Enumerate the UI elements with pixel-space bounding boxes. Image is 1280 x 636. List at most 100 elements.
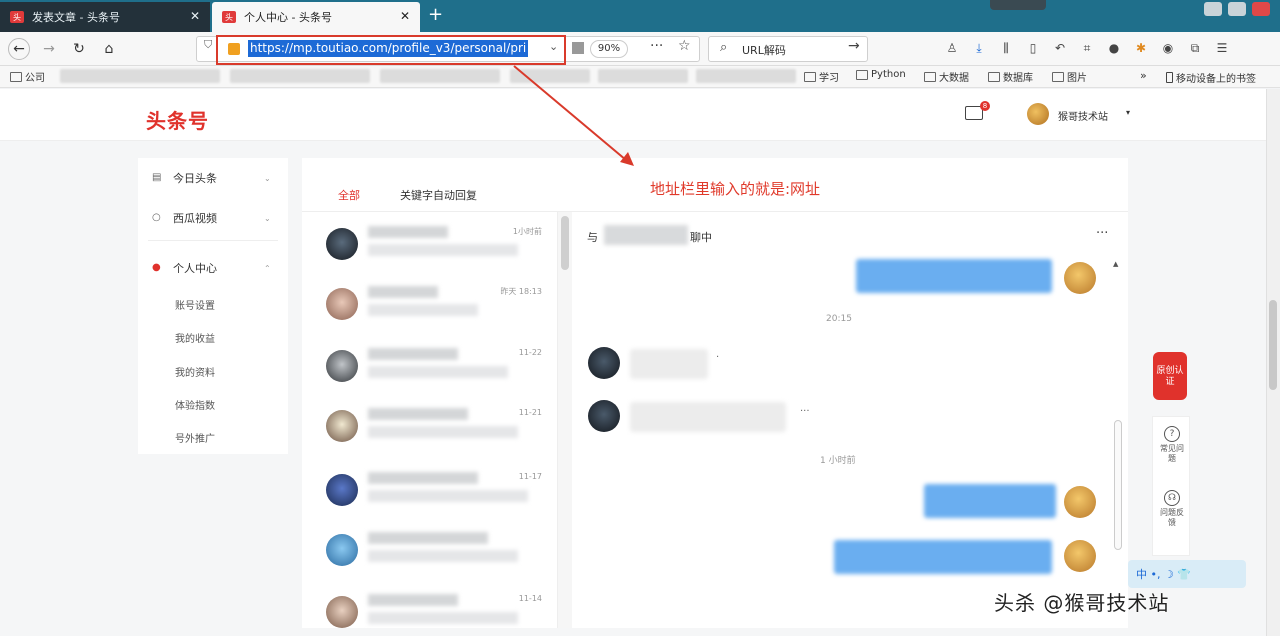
new-tab-button[interactable]: + [428,4,443,25]
conversation-time: 11-22 [518,348,542,357]
caret-down-icon[interactable]: ▾ [1126,108,1130,117]
tab-all[interactable]: 全部 [338,187,360,203]
bookmark-redacted[interactable] [510,69,590,83]
ellipsis-icon: · [716,352,720,363]
question-icon: ? [1164,426,1180,442]
redacted-preview [368,366,508,378]
ime-toolbar[interactable]: 中 •, ☽ 👕 [1128,560,1246,588]
user-name[interactable]: 猴哥技术站 [1058,108,1108,123]
sidebar-subitem-account-settings[interactable]: 账号设置 [175,297,215,312]
scroll-up-icon[interactable]: ▲ [1113,260,1118,268]
library-icon[interactable]: ⫼ [998,40,1014,56]
bookmark-mobile-folder[interactable]: 移动设备上的书签 [1166,70,1256,85]
folder-icon [988,71,1000,82]
more-actions-icon[interactable]: ··· [650,38,663,54]
sidebar-item-personal-center[interactable]: ● 个人中心 ⌃ [152,260,271,276]
page-scroll-thumb[interactable] [1269,300,1277,390]
maximize-button[interactable] [1228,2,1246,16]
sidebar-subitem-earnings[interactable]: 我的收益 [175,330,215,345]
extension-icon[interactable]: ✱ [1133,40,1149,56]
reader-view-icon[interactable] [572,42,584,54]
search-box[interactable] [708,36,868,62]
forward-button[interactable]: → [38,38,60,60]
close-icon[interactable]: ✕ [190,9,200,23]
avatar [326,288,358,320]
conversation-scrollbar[interactable] [558,212,572,628]
list-item[interactable]: 11-17 [302,458,558,518]
faq-button[interactable]: ? 常见问题 [1160,426,1184,464]
list-item[interactable] [302,518,558,578]
bookmark-redacted[interactable] [696,69,796,83]
addons-icon[interactable]: ⧉ [1187,40,1203,56]
sidebar-icon[interactable]: ▯ [1025,40,1041,56]
list-item[interactable]: 11-14 [302,580,558,636]
menu-icon[interactable]: ☰ [1214,40,1230,56]
bookmark-folder-images[interactable]: 图片 [1052,69,1087,84]
more-options-icon[interactable]: ··· [1096,226,1108,241]
account-icon[interactable]: ♙ [944,40,960,56]
tab-label: 个人中心 - 头条号 [244,11,332,24]
sync-icon[interactable]: ◉ [1160,40,1176,56]
browser-tab-publish[interactable]: 头 发表文章 - 头条号 ✕ [0,2,210,32]
chevron-down-icon: ⌄ [264,173,271,183]
bookmark-redacted[interactable] [230,69,370,83]
toutiao-favicon-icon: 头 [222,11,236,23]
chat-scroll-thumb[interactable] [1114,420,1122,550]
site-logo[interactable]: 头条号 [146,105,209,134]
avatar [588,400,620,432]
zoom-level[interactable]: 90% [590,40,628,58]
list-item[interactable]: 昨天 18:13 [302,272,558,332]
list-item[interactable]: 11-21 [302,394,558,454]
bookmark-folder-company[interactable]: 公司 [10,69,45,84]
folder-icon [924,71,936,82]
undo-icon[interactable]: ↶ [1052,40,1068,56]
download-icon[interactable]: ⤓ [971,40,987,56]
sidebar-subitem-experience[interactable]: 体验指数 [175,397,215,412]
chevron-down-icon: ⌄ [264,213,271,223]
window-close-button[interactable] [1252,2,1270,16]
conversation-time: 1小时前 [512,227,542,236]
bookmark-redacted[interactable] [60,69,220,83]
feedback-button[interactable]: ☊ 问题反馈 [1160,490,1184,528]
chat-icon[interactable]: ● [1106,40,1122,56]
close-icon[interactable]: ✕ [400,9,410,23]
shield-icon[interactable]: ⛉ [204,38,212,52]
list-item[interactable]: 1小时前 [302,212,558,272]
reload-button[interactable]: ↻ [68,38,90,60]
avatar[interactable] [1027,103,1049,125]
minimize-button[interactable] [1204,2,1222,16]
bookmark-redacted[interactable] [380,69,500,83]
search-go-icon[interactable]: → [848,38,860,54]
sidebar-item-xigua[interactable]: ○ 西瓜视频 ⌄ [152,210,271,226]
search-input[interactable]: URL解码 [742,42,786,58]
chat-header-prefix: 与 [587,231,598,244]
home-button[interactable]: ⌂ [98,38,120,60]
crop-icon[interactable]: ⌗ [1079,40,1095,56]
browser-tab-personal-center[interactable]: 头 个人中心 - 头条号 ✕ [212,2,420,32]
bookmark-folder-database[interactable]: 数据库 [988,69,1033,84]
sidebar-subitem-profile[interactable]: 我的资料 [175,364,215,379]
search-icon[interactable]: ⌕ [720,40,727,55]
outgoing-message-bubble [856,259,1052,293]
folder-icon [856,69,868,80]
tab-keyword-autoreply[interactable]: 关键字自动回复 [400,187,477,203]
list-item[interactable]: 11-22 [302,334,558,394]
avatar [588,347,620,379]
bookmark-redacted[interactable] [598,69,688,83]
sidebar-subitem-promotion[interactable]: 号外推广 [175,430,215,445]
redacted-name [368,408,468,420]
original-certification-badge[interactable]: 原创认证 [1153,352,1187,400]
conversation-scroll-thumb[interactable] [561,216,569,270]
bookmark-folder-python[interactable]: Python [856,69,906,80]
bookmark-star-icon[interactable]: ☆ [678,38,691,54]
toutiao-favicon-icon: 头 [10,11,24,23]
bookmarks-overflow-icon[interactable]: » [1140,69,1147,82]
message-timestamp: 1 小时前 [820,456,856,466]
back-button[interactable]: ← [8,38,30,60]
bookmark-folder-bigdata[interactable]: 大数据 [924,69,969,84]
sidebar-item-toutiao[interactable]: ▤ 今日头条 ⌄ [152,170,271,186]
address-bar-annotation-box [216,35,566,65]
avatar [326,350,358,382]
incoming-message-bubble [630,349,708,379]
bookmark-folder-study[interactable]: 学习 [804,69,839,84]
